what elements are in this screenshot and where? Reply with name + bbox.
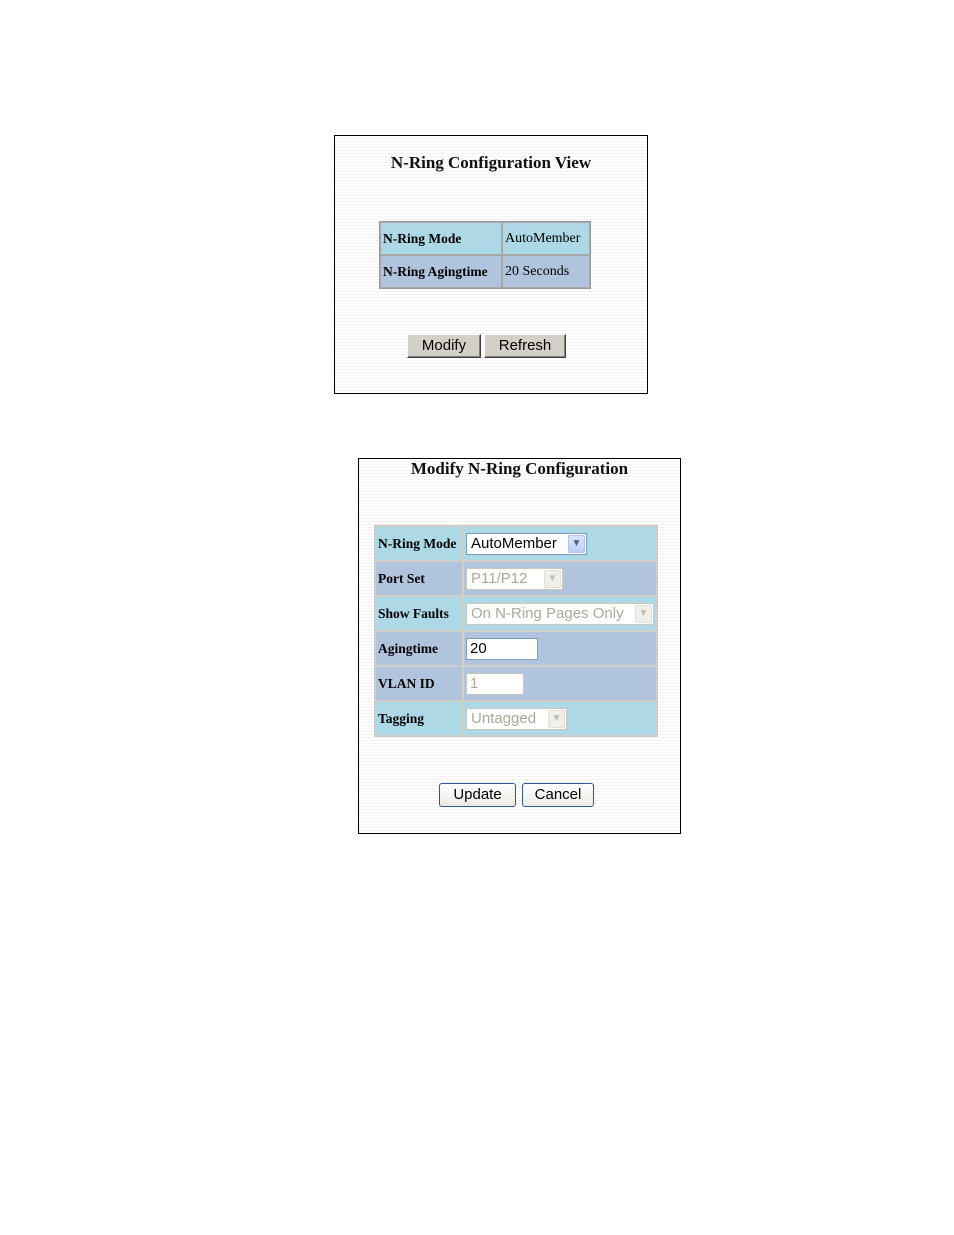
show-faults-select: On N-Ring Pages Only ▼	[466, 602, 654, 625]
mode-value: AutoMember	[502, 222, 590, 255]
view-title: N-Ring Configuration View	[390, 153, 592, 172]
mode-select[interactable]: AutoMember ▼	[466, 532, 587, 555]
modify-title: Modify N-Ring Configuration	[410, 459, 629, 478]
show-faults-label: Show Faults	[375, 596, 463, 631]
tagging-select-value: Untagged	[471, 710, 537, 727]
agingtime-label: N-Ring Agingtime	[380, 255, 502, 288]
tagging-label: Tagging	[375, 701, 463, 736]
vlan-id-label: VLAN ID	[375, 666, 463, 701]
update-button[interactable]: Update	[439, 783, 516, 807]
tagging-select: Untagged ▼	[466, 707, 567, 730]
table-row: N-Ring Agingtime 20 Seconds	[380, 255, 590, 288]
refresh-button[interactable]: Refresh	[484, 334, 566, 358]
cancel-button[interactable]: Cancel	[522, 783, 594, 807]
port-set-label: Port Set	[375, 561, 463, 596]
mode-select-value: AutoMember	[471, 535, 557, 552]
agingtime-input[interactable]: 20	[466, 637, 538, 660]
chevron-down-icon[interactable]: ▼	[568, 534, 585, 553]
table-row: VLAN ID 1	[375, 666, 657, 701]
view-table: N-Ring Mode AutoMember N-Ring Agingtime …	[379, 221, 591, 289]
port-set-select-value: P11/P12	[471, 570, 528, 587]
mode-label: N-Ring Mode	[380, 222, 502, 255]
table-row: N-Ring Mode AutoMember ▼	[375, 526, 657, 561]
chevron-down-icon: ▼	[548, 709, 565, 728]
mode-label: N-Ring Mode	[375, 526, 463, 561]
nring-config-view-panel: N-Ring Configuration View N-Ring Mode Au…	[334, 135, 648, 394]
chevron-down-icon: ▼	[544, 569, 561, 588]
modify-table: N-Ring Mode AutoMember ▼ Port Set P11/P1…	[374, 525, 658, 737]
agingtime-value: 20 Seconds	[502, 255, 590, 288]
table-row: Tagging Untagged ▼	[375, 701, 657, 736]
show-faults-select-value: On N-Ring Pages Only	[471, 605, 624, 622]
table-row: N-Ring Mode AutoMember	[380, 222, 590, 255]
vlan-id-input: 1	[466, 672, 524, 695]
table-row: Show Faults On N-Ring Pages Only ▼	[375, 596, 657, 631]
table-row: Port Set P11/P12 ▼	[375, 561, 657, 596]
port-set-select: P11/P12 ▼	[466, 567, 563, 590]
modify-button[interactable]: Modify	[407, 334, 481, 358]
modify-nring-config-panel: Modify N-Ring Configuration N-Ring Mode …	[358, 458, 681, 834]
chevron-down-icon: ▼	[635, 604, 652, 623]
agingtime-label: Agingtime	[375, 631, 463, 666]
table-row: Agingtime 20	[375, 631, 657, 666]
